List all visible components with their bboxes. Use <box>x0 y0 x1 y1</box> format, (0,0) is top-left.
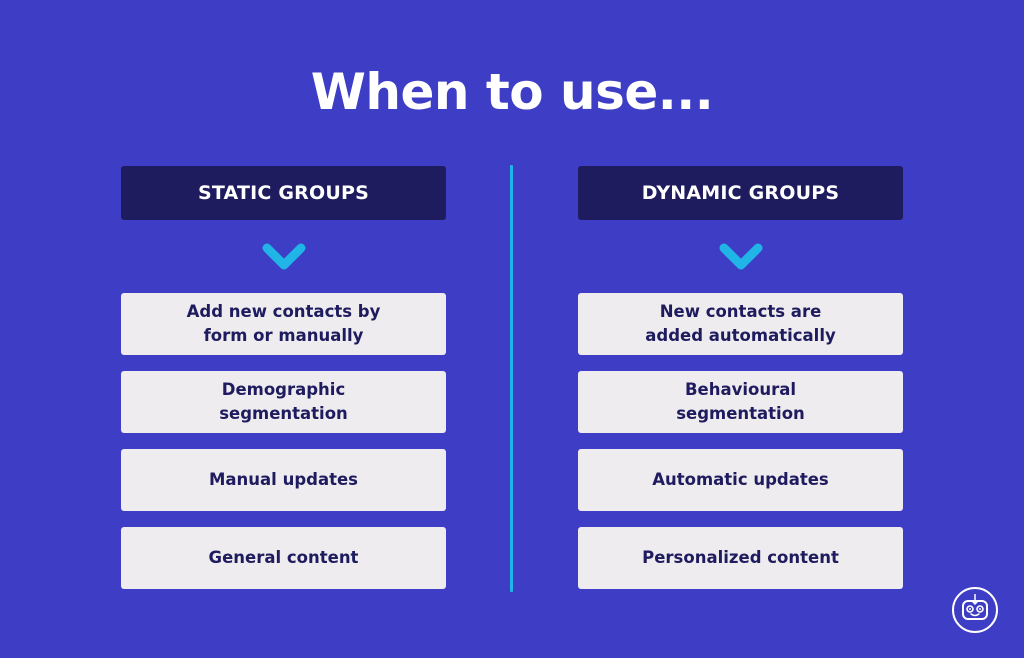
static-groups-header: STATIC GROUPS <box>121 166 446 220</box>
robot-logo-icon <box>952 587 998 633</box>
chevron-down-icon <box>262 243 305 270</box>
static-item-content: General content <box>121 527 446 589</box>
dynamic-item-content: Personalized content <box>578 527 903 589</box>
static-groups-column: STATIC GROUPS Add new contacts by form o… <box>121 166 446 605</box>
static-item-add-contacts: Add new contacts by form or manually <box>121 293 446 355</box>
dynamic-groups-header: DYNAMIC GROUPS <box>578 166 903 220</box>
dynamic-item-updates: Automatic updates <box>578 449 903 511</box>
dynamic-groups-column: DYNAMIC GROUPS New contacts are added au… <box>578 166 903 605</box>
chevron-down-icon <box>719 243 762 270</box>
column-divider <box>510 165 513 592</box>
page-title: When to use... <box>310 63 714 121</box>
static-item-updates: Manual updates <box>121 449 446 511</box>
dynamic-item-segmentation: Behavioural segmentation <box>578 371 903 433</box>
static-item-segmentation: Demographic segmentation <box>121 371 446 433</box>
dynamic-item-add-contacts: New contacts are added automatically <box>578 293 903 355</box>
